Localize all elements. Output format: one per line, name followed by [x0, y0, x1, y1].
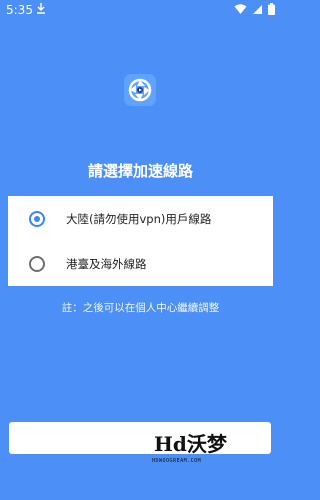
route-options-card: 大陸(請勿使用vpn)用戶線路 港臺及海外線路 [8, 196, 273, 286]
wifi-icon [234, 3, 247, 18]
watermark: Hd沃梦 HDWOOGREAM.COM [150, 428, 240, 472]
option-mainland-label: 大陸(請勿使用vpn)用戶線路 [66, 211, 212, 226]
bottom-strip [0, 476, 281, 500]
note-text: 註：之後可以在個人中心繼續調整 [61, 302, 220, 314]
watermark-text: Hd沃梦 [154, 432, 227, 456]
signal-icon [252, 4, 263, 18]
radio-button-checked[interactable] [29, 210, 45, 227]
option-mainland[interactable]: 大陸(請勿使用vpn)用戶線路 [8, 196, 273, 241]
radio-button-unchecked[interactable] [29, 255, 45, 272]
watermark-subtext: HDWOOGREAM.COM [152, 458, 202, 464]
app-logo [124, 74, 156, 106]
status-bar: 5:35 [0, 0, 281, 20]
status-icons [234, 3, 275, 18]
battery-icon [268, 3, 275, 18]
page-title: 請選擇加速線路 [87, 162, 193, 180]
download-icon [36, 2, 46, 17]
option-overseas-label: 港臺及海外線路 [66, 256, 147, 271]
play-reel-logo-icon [128, 78, 152, 102]
status-time: 5:35 [6, 3, 33, 17]
option-overseas[interactable]: 港臺及海外線路 [8, 241, 273, 286]
